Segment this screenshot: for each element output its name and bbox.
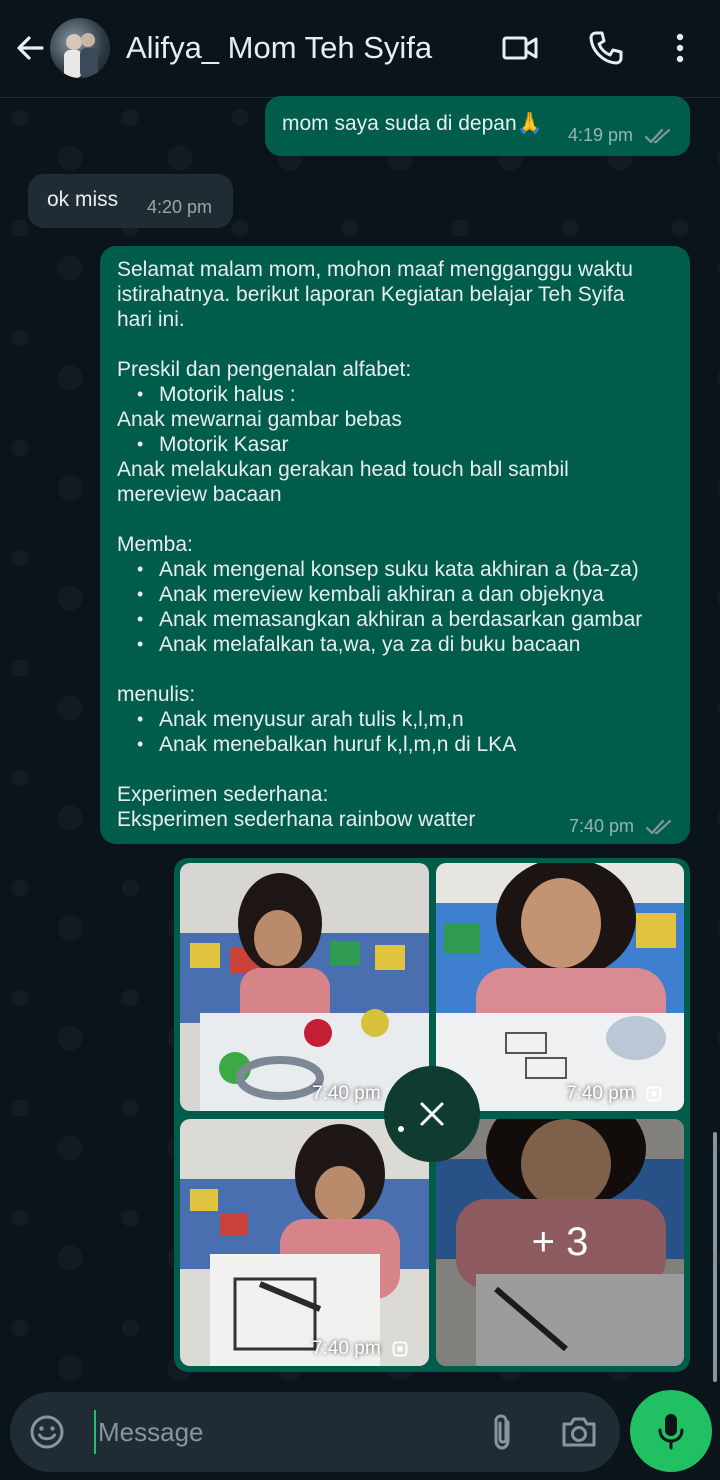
bullet-item: Anak memasangkan akhiran a berdasarkan g… [137,607,657,632]
message-time: 7:40 pm [569,816,635,836]
photo-time: 7:40 pm [566,1083,635,1104]
attach-icon[interactable] [488,1412,518,1452]
scrollbar[interactable] [713,1132,717,1382]
message-text: ok miss [47,188,119,211]
double-check-read-icon [645,820,672,835]
more-photos-overlay: + 3 [436,1119,684,1366]
photo-image [436,863,684,1111]
photo-image [180,1119,429,1366]
message-time: 4:20 pm [147,197,213,217]
incoming-message[interactable]: ok miss 4:20 pm [28,174,233,228]
section-title: Preskil dan pengenalan alfabet: [117,358,412,381]
back-arrow-icon[interactable] [12,30,48,66]
microphone-icon [658,1414,684,1450]
outgoing-message-report[interactable]: Selamat malam mom, mohon maaf mengganggu… [100,246,690,844]
bullet-item: Anak menebalkan huruf k,l,m,n di LKA [137,732,657,757]
bullet-item: Anak melafalkan ta,wa, ya za di buku bac… [137,632,657,657]
message-text: mom saya suda di depan🙏 [282,112,543,135]
report-intro: Selamat malam mom, mohon maaf mengganggu… [117,258,633,331]
bullet-item: Motorik Kasar [137,432,657,457]
bullet-item: Anak mereview kembali akhiran a dan obje… [137,582,657,607]
dot-indicator [398,1126,404,1132]
section-title: menulis: [117,683,196,706]
bullet-item: Anak menyusur arah tulis k,l,m,n [137,707,657,732]
bullet-item: Motorik halus : [137,382,657,407]
chat-header: Alifya_ Mom Teh Syifa [0,0,720,98]
section-title: Memba: [117,533,193,556]
album-photo[interactable]: 7:40 pm [180,863,429,1111]
photo-image [180,863,429,1111]
message-input[interactable] [94,1410,474,1454]
emoji-icon[interactable] [28,1413,66,1451]
video-call-icon[interactable] [500,28,540,68]
message-composer [10,1392,620,1472]
report-line: Anak melakukan gerakan head touch ball s… [117,458,569,506]
double-check-read-icon [644,129,671,144]
contact-name[interactable]: Alifya_ Mom Teh Syifa [126,30,432,66]
album-photo[interactable]: 7:40 pm [180,1119,429,1366]
outgoing-message[interactable]: mom saya suda di depan🙏 4:19 pm [265,96,690,156]
hd-badge-icon [392,1341,408,1357]
more-photos-count: + 3 [531,1220,589,1264]
contact-avatar[interactable] [50,18,110,78]
bullet-item: Anak mengenal konsep suku kata akhiran a… [137,557,657,582]
photo-time: 7:40 pm [312,1338,381,1359]
voice-call-icon[interactable] [586,28,626,68]
section-title: Experimen sederhana: [117,783,329,806]
photo-time: 7:40 pm [312,1083,381,1104]
more-options-icon[interactable] [660,28,700,68]
voice-record-button[interactable] [630,1390,712,1472]
message-time: 4:19 pm [568,125,634,145]
close-icon [420,1102,444,1126]
album-photo-more[interactable]: + 3 [436,1119,684,1366]
hd-badge-icon [646,1086,662,1102]
dismiss-button[interactable] [384,1066,480,1162]
camera-icon[interactable] [560,1414,598,1450]
album-photo[interactable]: 7:40 pm [436,863,684,1111]
report-line: Anak mewarnai gambar bebas [117,408,402,431]
